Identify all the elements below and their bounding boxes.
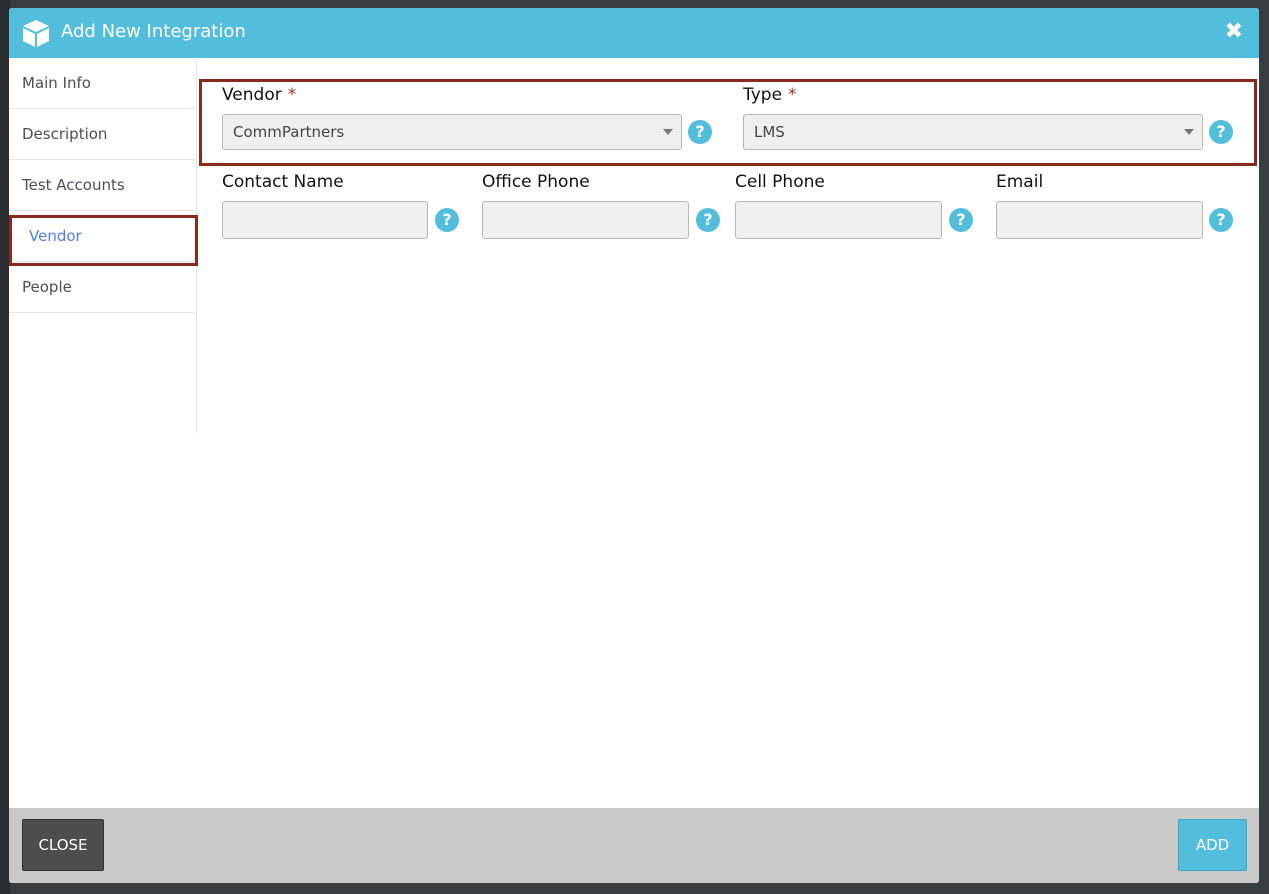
sidebar-item-people[interactable]: People — [9, 262, 196, 313]
cell-phone-label: Cell Phone — [735, 172, 825, 192]
chevron-down-icon — [663, 129, 673, 135]
vendor-help-icon[interactable]: ? — [688, 120, 712, 144]
required-mark: * — [788, 85, 797, 105]
sidebar-item-label: Main Info — [22, 74, 91, 92]
sidebar-item-label: Vendor — [29, 227, 82, 245]
type-help-icon[interactable]: ? — [1209, 120, 1233, 144]
contact-name-label: Contact Name — [222, 172, 344, 192]
office-phone-input[interactable] — [482, 201, 689, 239]
add-button[interactable]: ADD — [1178, 819, 1247, 871]
required-mark: * — [287, 85, 297, 105]
chevron-down-icon — [1184, 129, 1194, 135]
vendor-select[interactable]: CommPartners — [222, 114, 682, 150]
modal-title: Add New Integration — [61, 21, 246, 42]
vendor-label: Vendor * — [222, 85, 296, 105]
sidebar-item-test-accounts[interactable]: Test Accounts — [9, 160, 196, 211]
add-integration-modal: Add New Integration ✖ Main Info Descript… — [9, 8, 1259, 883]
sidebar-item-label: People — [22, 278, 72, 296]
type-select[interactable]: LMS — [743, 114, 1203, 150]
office-phone-label: Office Phone — [482, 172, 590, 192]
office-phone-help-icon[interactable]: ? — [696, 208, 720, 232]
close-button[interactable]: CLOSE — [22, 819, 104, 871]
email-input[interactable] — [996, 201, 1203, 239]
email-label: Email — [996, 172, 1044, 192]
sidebar-item-main-info[interactable]: Main Info — [9, 58, 196, 109]
sidebar-item-label: Test Accounts — [22, 176, 125, 194]
close-icon[interactable]: ✖ — [1225, 20, 1243, 44]
type-label-text: Type — [743, 85, 783, 105]
type-select-value: LMS — [754, 123, 785, 141]
modal-header: Add New Integration ✖ — [9, 8, 1259, 58]
cell-phone-input[interactable] — [735, 201, 942, 239]
sidebar-item-label: Description — [22, 125, 108, 143]
email-help-icon[interactable]: ? — [1209, 208, 1233, 232]
sidebar-item-vendor[interactable]: Vendor — [9, 211, 198, 266]
sidebar-item-description[interactable]: Description — [9, 109, 196, 160]
type-label: Type * — [743, 85, 797, 105]
modal-footer: CLOSE ADD — [9, 808, 1259, 883]
contact-name-input[interactable] — [222, 201, 428, 239]
vendor-select-value: CommPartners — [233, 123, 345, 141]
contact-name-help-icon[interactable]: ? — [435, 208, 459, 232]
vendor-label-text: Vendor — [222, 85, 282, 105]
cube-icon — [23, 20, 49, 47]
sidebar-nav: Main Info Description Test Accounts Vend… — [9, 58, 198, 433]
cell-phone-help-icon[interactable]: ? — [949, 208, 973, 232]
